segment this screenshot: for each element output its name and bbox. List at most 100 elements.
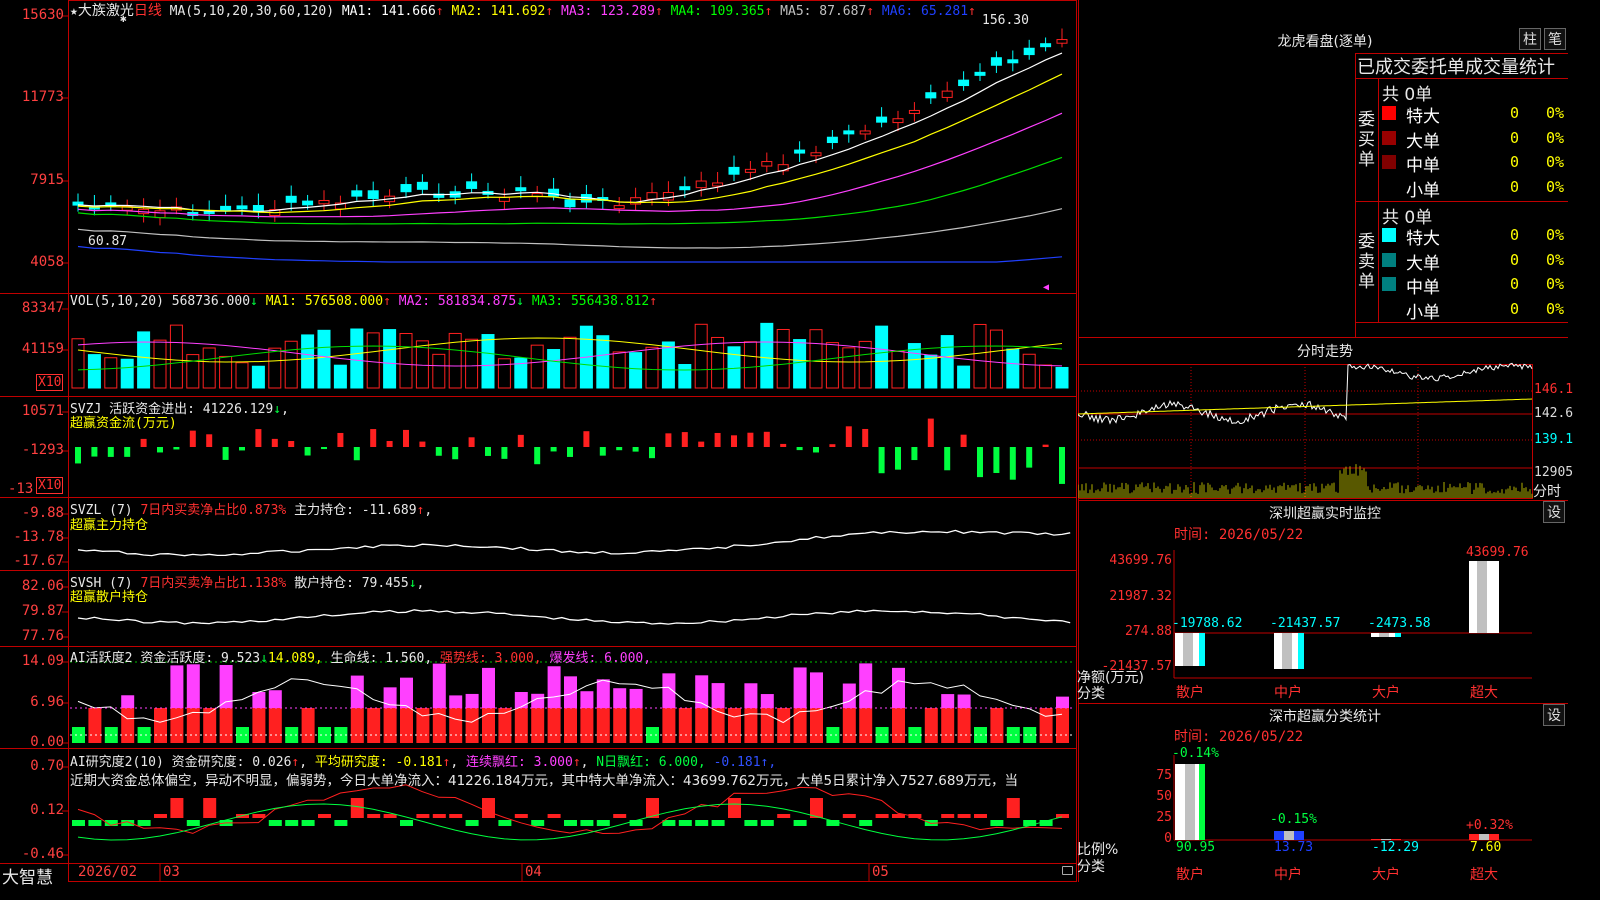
vol-item: 568736.000: [171, 294, 251, 309]
research-bar: [72, 820, 85, 826]
svzj-bar: [140, 438, 147, 447]
svzl-line: [77, 529, 1071, 557]
ai-y-label: 6.96: [30, 694, 64, 710]
volume-bar: [891, 350, 905, 389]
ma-line: [77, 245, 1063, 263]
ai-bar: [121, 708, 135, 743]
main-chart-header: ★大族激光日线 MA(5,10,20,30,60,120) MA1: 141.6…: [70, 0, 976, 20]
row-label: 小单: [1406, 302, 1440, 323]
classify-category: 中户: [1274, 867, 1302, 883]
period-label[interactable]: 日线: [134, 3, 162, 19]
classify-chart: [1173, 755, 1532, 841]
candle: [876, 116, 888, 123]
classify-bar-shade: [1185, 764, 1195, 840]
svzl-line: [77, 529, 1071, 557]
volume-bar: [661, 341, 675, 389]
monitor-settings-button[interactable]: 设: [1543, 501, 1565, 523]
svzj-bar: [698, 441, 705, 447]
classify-bottom-value: 90.95: [1176, 840, 1216, 855]
candle: [220, 205, 232, 211]
lock-icon[interactable]: [1062, 866, 1073, 875]
candle: [515, 187, 527, 192]
svzj-bars: [75, 418, 1065, 484]
color-swatch: [1382, 106, 1396, 120]
classify-top-value: +0.32%: [1466, 818, 1513, 833]
ai-bar: [219, 708, 233, 743]
svsh-value: 散户持仓: 79.455: [294, 576, 409, 591]
svzj-bar: [337, 432, 344, 447]
sell-row: 中单 0 0%: [1380, 273, 1568, 298]
ai-bar: [449, 708, 463, 743]
ma-line: [77, 52, 1063, 213]
candle: [400, 184, 412, 193]
ma-item: MA3: 123.289: [561, 4, 655, 19]
research-line: [77, 784, 1063, 835]
svzj-bar: [829, 444, 836, 447]
classify-bar-shade: [1284, 831, 1294, 840]
svsh-subtitle: 超赢散户持仓: [70, 590, 149, 605]
ma-line: [77, 208, 1063, 249]
svzj-bar: [977, 447, 983, 478]
volume-bar: [842, 347, 856, 389]
divider: [1355, 201, 1568, 202]
ai-bar-top: [859, 663, 873, 708]
ai-bar: [154, 708, 167, 743]
ai-bar-top: [957, 694, 971, 708]
svzj-bar: [304, 447, 311, 456]
intraday-chart[interactable]: [1078, 362, 1568, 500]
strong-line-label: 强势线: 3.000,: [440, 651, 542, 666]
monitor-bar-shade: [1477, 561, 1487, 633]
volume-bar: [1006, 348, 1020, 389]
monitor-bar-shade: [1282, 633, 1292, 669]
volume-bar: [957, 365, 971, 389]
classify-title: 深市超赢分类统计: [1269, 709, 1381, 725]
svzj-bar: [714, 432, 721, 447]
vol-item: MA3: 556438.812: [531, 294, 650, 309]
classify-category: 超大: [1470, 867, 1498, 883]
candle: [351, 190, 363, 197]
ai-research-header: AI研究度2(10) 资金研究度: 0.026↑, 平均研究度: -0.181↑…: [70, 755, 777, 770]
ai-active-value: 资金活跃度: 9.523: [140, 651, 261, 666]
monitor-bar: [1274, 633, 1304, 669]
classify-settings-button[interactable]: 设: [1543, 704, 1565, 726]
extra-value: -0.181: [713, 755, 761, 770]
low-price-label: 60.87: [88, 234, 128, 249]
svzj-bar: [632, 447, 639, 452]
candle: [810, 152, 822, 157]
volume-bar: [481, 334, 495, 389]
ma-item: MA4: 109.365: [670, 4, 765, 19]
bar-mode-button[interactable]: 柱: [1519, 28, 1541, 50]
tick-mode-button[interactable]: 笔: [1544, 28, 1566, 50]
ai-bar: [793, 708, 807, 743]
ai-y-label: 0.00: [30, 734, 64, 750]
monitor-title: 深圳超赢实时监控: [1269, 506, 1381, 522]
vol-item: MA1: 576508.000: [265, 294, 384, 309]
avg-research-value: 平均研究度: -0.181: [314, 755, 443, 770]
date-label: 05: [872, 864, 889, 880]
monitor-bar-edge: [1298, 633, 1304, 669]
ai-active-title: AI活跃度2: [70, 651, 133, 666]
buy-row: 特大 0 0%: [1380, 102, 1568, 127]
ai-bar: [760, 708, 774, 743]
svzj-bar: [107, 447, 114, 457]
color-swatch: [1382, 302, 1396, 316]
volume-bar: [645, 346, 659, 389]
candle: [1023, 47, 1035, 56]
ai-bar-top: [613, 688, 627, 708]
intraday-unit: 分时: [1533, 484, 1561, 500]
svsh-y-label: 82.06: [21, 578, 64, 594]
row-count: 0: [1510, 250, 1520, 269]
candle: [154, 210, 166, 219]
volume-bar: [301, 334, 315, 389]
ai-bar-top: [186, 664, 200, 708]
volume-bar: [366, 332, 380, 389]
svzj-bar: [501, 447, 508, 459]
svzj-bar: [419, 441, 426, 447]
research-bar: [580, 820, 594, 826]
research-bar: [432, 814, 446, 818]
chart-canvas[interactable]: [0, 0, 1078, 882]
ai-bar: [629, 708, 643, 743]
candle: [958, 79, 970, 87]
row-count: 0: [1510, 153, 1520, 171]
date-label: 03: [163, 864, 180, 880]
